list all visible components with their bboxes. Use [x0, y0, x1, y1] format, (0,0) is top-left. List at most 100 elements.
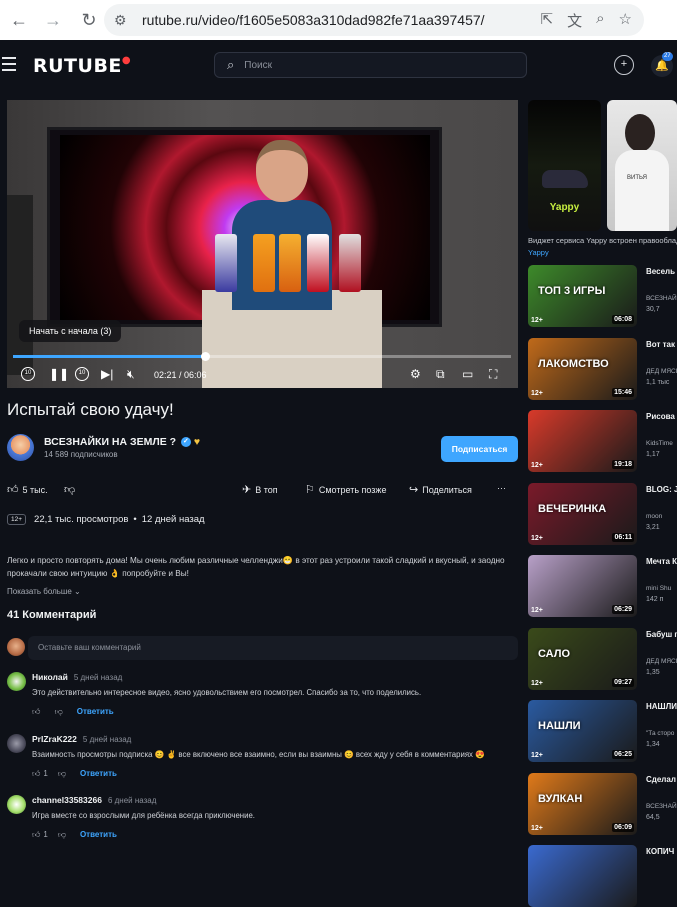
- recommendation-channel[interactable]: "Та сторо: [646, 730, 674, 737]
- comment-like-icon[interactable]: 👍︎: [32, 707, 40, 716]
- address-url[interactable]: rutube.ru/video/f1605e5083a310dad982fe71…: [142, 12, 485, 28]
- recommendation-thumbnail[interactable]: ЛАКОМСТВО 12+ 15:46: [528, 337, 637, 400]
- recommendation-thumbnail[interactable]: НАШЛИ 12+ 06:25: [528, 700, 637, 762]
- to-top-button[interactable]: ✈ В топ: [242, 483, 278, 496]
- theater-mode-icon[interactable]: ▭: [462, 367, 473, 381]
- recommendation-card[interactable]: 12+ 06:29 Мечта Котёно mini Shu 142 п: [528, 555, 677, 617]
- back-arrow-icon[interactable]: ←: [8, 10, 30, 31]
- settings-gear-icon[interactable]: ⚙: [410, 367, 421, 381]
- open-in-app-icon[interactable]: ⇱: [541, 10, 554, 31]
- show-more-label[interactable]: Показать больше: [7, 587, 72, 596]
- subscribe-button[interactable]: Подписаться: [441, 436, 518, 462]
- forward-10-icon[interactable]: 10: [75, 367, 89, 381]
- pause-icon[interactable]: ❚❚: [49, 367, 69, 381]
- shorts-thumbnail[interactable]: ВИТЬЯ: [607, 100, 677, 231]
- comment-author[interactable]: channel33583266: [32, 795, 102, 805]
- fullscreen-icon[interactable]: ⛶: [489, 367, 497, 382]
- recommendation-title[interactable]: BLOG: JOLLYEA: [646, 484, 677, 495]
- dislike-button[interactable]: 👎︎: [64, 483, 79, 496]
- upload-plus-icon[interactable]: +: [614, 55, 634, 75]
- recommendation-thumbnail[interactable]: [528, 845, 637, 907]
- comment-like-icon[interactable]: 👍︎: [32, 830, 40, 839]
- recommendation-channel[interactable]: mini Shu: [646, 585, 671, 592]
- recommendation-card[interactable]: НАШЛИ 12+ 06:25 НАШЛИ ИНОПЛА "Та сторо 1,34: [528, 700, 677, 762]
- next-video-icon[interactable]: ▶|: [101, 367, 113, 381]
- channel-avatar[interactable]: [7, 434, 34, 461]
- comment-author[interactable]: PrIZraK222: [32, 734, 77, 744]
- share-button[interactable]: ↪ Поделиться: [409, 483, 472, 496]
- watch-later-button[interactable]: ⚐ Смотреть позже: [305, 483, 386, 496]
- recommendation-title[interactable]: КОПИЧ: [646, 846, 677, 857]
- video-player[interactable]: Начать с начала (3) 10 ❚❚ 10 ▶| 🔇︎ 02:21…: [7, 100, 518, 388]
- shorts-thumbnail[interactable]: Yappy: [528, 100, 601, 231]
- commenter-avatar[interactable]: [7, 734, 26, 753]
- show-more-button[interactable]: Показать больше ⌄: [7, 587, 81, 596]
- reply-button[interactable]: Ответить: [77, 707, 114, 716]
- rutube-logo[interactable]: RUTUBE●: [33, 55, 131, 77]
- recommendation-channel[interactable]: moon: [646, 513, 662, 520]
- recommendation-channel[interactable]: ДЕД МЯСН: [646, 658, 677, 665]
- recommendation-thumbnail[interactable]: ВУЛКАН 12+ 06:09: [528, 772, 637, 835]
- miniplayer-icon[interactable]: ⧉: [436, 367, 445, 382]
- resume-tooltip[interactable]: Начать с начала (3): [19, 320, 122, 342]
- search-input[interactable]: ⌕ Поиск: [214, 52, 527, 78]
- recommendation-card[interactable]: ТОП 3 ИГРЫ 12+ 06:08 Весель Всех! ВСЕЗНАЙ 30,…: [528, 265, 677, 327]
- zoom-icon[interactable]: ⌕: [596, 10, 604, 31]
- age-rating-badge: 12+: [531, 317, 543, 324]
- recommendation-card[interactable]: ЛАКОМСТВО 12+ 15:46 Вот так куриную ДЕД МЯСН…: [528, 337, 677, 400]
- comment-input[interactable]: Оставьте ваш комментарий: [28, 636, 518, 660]
- comment-dislike-icon[interactable]: 👎︎: [55, 707, 63, 716]
- notifications-bell-icon[interactable]: 🔔 27: [651, 52, 673, 77]
- publish-date: 12 дней назад: [141, 514, 205, 525]
- recommendation-channel[interactable]: KidsTime: [646, 440, 673, 447]
- recommendation-thumbnail[interactable]: 12+ 06:29: [528, 555, 637, 617]
- recommendation-card[interactable]: ВЕЧЕРИНКА 12+ 06:11 BLOG: JOLLYEA moon 3,21: [528, 482, 677, 545]
- current-user-avatar: [7, 638, 25, 656]
- recommendation-card[interactable]: КОПИЧ: [528, 845, 677, 907]
- recommendation-channel[interactable]: ВСЕЗНАЙ: [646, 295, 677, 302]
- rewind-10-icon[interactable]: 10: [21, 367, 35, 381]
- commenter-avatar[interactable]: [7, 672, 26, 691]
- recommendation-thumbnail[interactable]: ТОП 3 ИГРЫ 12+ 06:08: [528, 265, 637, 327]
- recommendation-title[interactable]: Мечта Котёно: [646, 556, 677, 567]
- timecode: 02:21 / 06:06: [154, 370, 207, 380]
- mute-icon[interactable]: 🔇︎: [127, 367, 135, 382]
- more-options-icon[interactable]: ···: [497, 483, 506, 493]
- recommendation-card[interactable]: 12+ 19:18 Рисова раскрас KidsTime 1,17: [528, 410, 677, 472]
- recommendation-card[interactable]: САЛО 12+ 09:27 Бабуш грудин ДЕД МЯСН 1,35: [528, 627, 677, 690]
- recommendation-thumbnail[interactable]: ВЕЧЕРИНКА 12+ 06:11: [528, 482, 637, 545]
- recommendation-title[interactable]: Сделал вулкан!: [646, 774, 677, 785]
- comment-like-icon[interactable]: 👍︎: [32, 769, 40, 778]
- hamburger-menu-icon[interactable]: [2, 57, 16, 75]
- seek-bar-handle[interactable]: [200, 352, 210, 361]
- channel-name[interactable]: ВСЕЗНАЙКИ НА ЗЕМЛЕ ? ✓ ♥: [44, 436, 200, 448]
- recommendation-title[interactable]: НАШЛИ ИНОПЛА: [646, 701, 677, 712]
- channel-name-text[interactable]: ВСЕЗНАЙКИ НА ЗЕМЛЕ ?: [44, 436, 176, 448]
- like-button[interactable]: 👍︎ 5 тыс.: [7, 483, 48, 496]
- bookmark-star-icon[interactable]: ☆: [619, 10, 632, 31]
- commenter-avatar[interactable]: [7, 795, 26, 814]
- shorts-brand-link[interactable]: Yappy: [528, 248, 677, 257]
- thumbs-up-icon: 👍︎: [7, 484, 19, 496]
- recommendation-title[interactable]: Рисова раскрас: [646, 411, 677, 422]
- address-bar[interactable]: ⚙ rutube.ru/video/f1605e5083a310dad982fe…: [104, 4, 644, 36]
- comment-dislike-icon[interactable]: 👎︎: [58, 769, 66, 778]
- recommendation-thumbnail[interactable]: САЛО 12+ 09:27: [528, 627, 637, 690]
- seek-bar[interactable]: [13, 352, 511, 361]
- forward-arrow-icon[interactable]: →: [42, 10, 64, 31]
- reload-icon[interactable]: ↻: [78, 10, 100, 31]
- recommendation-channel[interactable]: ВСЕЗНАЙ: [646, 803, 677, 810]
- recommendation-thumbnail[interactable]: 12+ 19:18: [528, 410, 637, 472]
- recommendation-title[interactable]: Весель Всех!: [646, 266, 677, 277]
- recommendation-title[interactable]: Вот так куриную: [646, 339, 677, 350]
- recommendation-title[interactable]: Бабуш грудин: [646, 629, 677, 640]
- reply-button[interactable]: Ответить: [80, 769, 117, 778]
- comment-dislike-icon[interactable]: 👎︎: [58, 830, 66, 839]
- reply-button[interactable]: Ответить: [80, 830, 117, 839]
- translate-icon[interactable]: 文: [567, 10, 582, 31]
- video-meta: 12+ 22,1 тыс. просмотров • 12 дней назад: [7, 514, 205, 525]
- comment-author[interactable]: Николай: [32, 672, 68, 682]
- recommendation-channel[interactable]: ДЕД МЯСН: [646, 368, 677, 375]
- recommendation-card[interactable]: ВУЛКАН 12+ 06:09 Сделал вулкан! ВСЕЗНАЙ 64,5: [528, 772, 677, 835]
- site-settings-icon[interactable]: ⚙: [114, 12, 132, 29]
